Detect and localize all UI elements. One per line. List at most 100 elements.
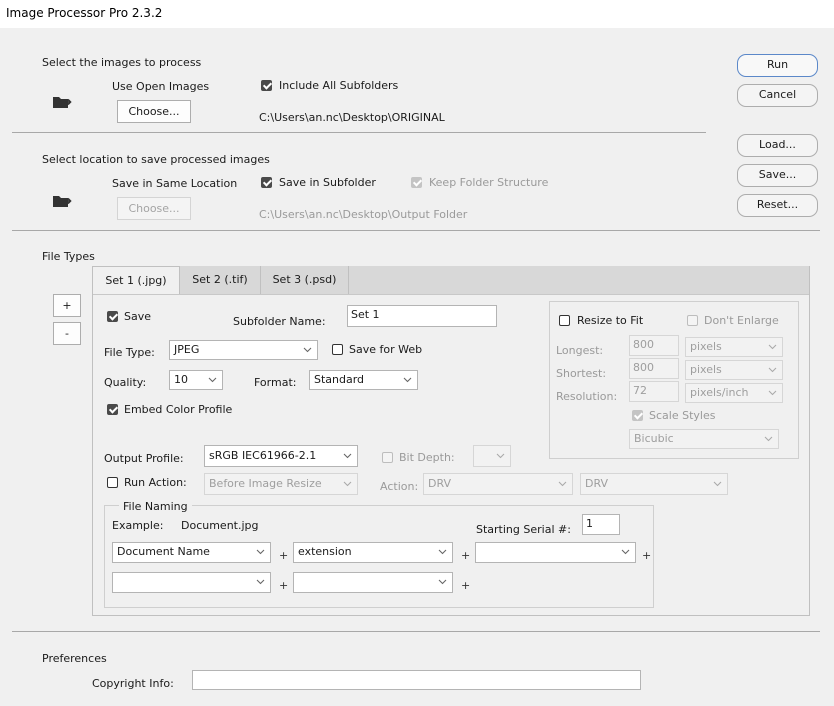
- plus-separator: +: [461, 549, 471, 562]
- reset-button[interactable]: Reset...: [737, 194, 818, 217]
- chevron-down-icon: [403, 377, 412, 383]
- source-choose-button[interactable]: Choose...: [117, 100, 191, 123]
- quality-label: Quality:: [104, 376, 147, 389]
- cancel-button[interactable]: Cancel: [737, 84, 818, 107]
- shortest-unit-select[interactable]: pixels: [685, 360, 783, 380]
- resize-to-fit-checkbox[interactable]: [559, 315, 570, 326]
- resolution-unit-value: pixels/inch: [690, 386, 749, 399]
- destination-heading: Select location to save processed images: [42, 153, 270, 166]
- bit-depth-select[interactable]: [473, 445, 511, 467]
- chevron-down-icon: [438, 549, 447, 555]
- chevron-down-icon: [496, 453, 505, 459]
- source-heading: Select the images to process: [42, 56, 202, 69]
- chevron-down-icon: [621, 549, 630, 555]
- chevron-down-icon: [343, 481, 352, 487]
- save-in-subfolder-checkbox[interactable]: [261, 177, 272, 188]
- chevron-down-icon: [768, 367, 777, 373]
- tab-set-1[interactable]: Set 1 (.jpg): [92, 266, 180, 294]
- resample-select[interactable]: Bicubic: [629, 429, 779, 449]
- naming-field-2-select[interactable]: extension: [293, 542, 453, 563]
- keep-folder-structure-checkbox[interactable]: [411, 177, 422, 188]
- destination-folder-icon: [53, 196, 72, 207]
- save-for-web-label: Save for Web: [349, 343, 423, 356]
- run-action-checkbox[interactable]: [107, 477, 118, 488]
- naming-field-5-select[interactable]: [293, 572, 453, 593]
- action-select[interactable]: DRV: [580, 473, 728, 495]
- save-label: Save: [124, 310, 152, 323]
- format-select[interactable]: Standard: [309, 370, 418, 390]
- chevron-down-icon: [764, 436, 773, 442]
- naming-field-3-select[interactable]: [475, 542, 636, 563]
- resolution-unit-select[interactable]: pixels/inch: [685, 383, 783, 403]
- dont-enlarge-checkbox[interactable]: [687, 315, 698, 326]
- subfolder-name-label: Subfolder Name:: [233, 315, 326, 328]
- run-action-value: Before Image Resize: [209, 477, 322, 490]
- load-button[interactable]: Load...: [737, 134, 818, 157]
- naming-field-2-value: extension: [298, 545, 352, 558]
- file-types-heading: File Types: [42, 250, 95, 263]
- format-label: Format:: [254, 376, 297, 389]
- save-for-web-checkbox[interactable]: [332, 344, 343, 355]
- run-action-label: Run Action:: [124, 476, 187, 489]
- resolution-input[interactable]: 72: [629, 381, 679, 402]
- subfolder-name-input[interactable]: Set 1: [347, 305, 497, 327]
- add-set-button[interactable]: +: [53, 294, 81, 317]
- quality-select[interactable]: 10: [169, 370, 223, 390]
- divider: [12, 230, 820, 231]
- resolution-label: Resolution:: [556, 390, 618, 403]
- plus-separator: +: [642, 549, 652, 562]
- starting-serial-input[interactable]: 1: [582, 514, 620, 535]
- scale-styles-label: Scale Styles: [649, 409, 716, 422]
- copyright-input[interactable]: [192, 670, 641, 690]
- run-action-select[interactable]: Before Image Resize: [204, 473, 358, 495]
- file-naming-heading: File Naming: [119, 500, 192, 513]
- remove-set-button[interactable]: -: [53, 322, 81, 345]
- file-type-label: File Type:: [104, 346, 155, 359]
- naming-field-1-select[interactable]: Document Name: [112, 542, 271, 563]
- keep-folder-structure-label: Keep Folder Structure: [429, 176, 549, 189]
- example-label: Example:: [112, 519, 164, 532]
- longest-unit-select[interactable]: pixels: [685, 337, 783, 357]
- include-subfolders-checkbox[interactable]: [261, 80, 272, 91]
- chevron-down-icon: [768, 344, 777, 350]
- save-in-subfolder-label: Save in Subfolder: [279, 176, 376, 189]
- longest-input[interactable]: 800: [629, 335, 679, 356]
- naming-field-4-select[interactable]: [112, 572, 271, 593]
- chevron-down-icon: [303, 347, 312, 353]
- plus-separator: +: [279, 549, 289, 562]
- embed-color-profile-label: Embed Color Profile: [124, 403, 233, 416]
- naming-field-1-value: Document Name: [117, 545, 210, 558]
- shortest-unit-value: pixels: [690, 363, 722, 376]
- chevron-down-icon: [256, 579, 265, 585]
- chevron-down-icon: [438, 579, 447, 585]
- save-same-location-label: Save in Same Location: [112, 177, 238, 190]
- format-value: Standard: [314, 373, 365, 386]
- quality-value: 10: [174, 373, 188, 386]
- shortest-input[interactable]: 800: [629, 358, 679, 379]
- tab-set-2[interactable]: Set 2 (.tif): [180, 266, 261, 294]
- save-checkbox[interactable]: [107, 311, 118, 322]
- source-folder-icon: [53, 97, 72, 108]
- preferences-heading: Preferences: [42, 652, 107, 665]
- embed-color-profile-checkbox[interactable]: [107, 404, 118, 415]
- include-subfolders-label: Include All Subfolders: [279, 79, 399, 92]
- window-title: Image Processor Pro 2.3.2: [6, 6, 163, 20]
- action-set-select[interactable]: DRV: [423, 473, 573, 495]
- chevron-down-icon: [256, 549, 265, 555]
- file-type-select[interactable]: JPEG: [169, 340, 318, 360]
- copyright-label: Copyright Info:: [92, 677, 174, 690]
- divider: [12, 132, 706, 133]
- divider: [12, 631, 820, 632]
- scale-styles-checkbox[interactable]: [632, 410, 643, 421]
- output-profile-select[interactable]: sRGB IEC61966-2.1: [204, 445, 358, 467]
- run-button[interactable]: Run: [737, 54, 818, 77]
- starting-serial-label: Starting Serial #:: [476, 523, 571, 536]
- bit-depth-checkbox[interactable]: [382, 452, 393, 463]
- source-path: C:\Users\an.nc\Desktop\ORIGINAL: [259, 111, 445, 124]
- destination-choose-button[interactable]: Choose...: [117, 197, 191, 220]
- tab-set-3[interactable]: Set 3 (.psd): [261, 266, 349, 294]
- plus-separator: +: [461, 579, 471, 592]
- action-value: DRV: [585, 477, 609, 490]
- longest-label: Longest:: [556, 344, 604, 357]
- save-settings-button[interactable]: Save...: [737, 164, 818, 187]
